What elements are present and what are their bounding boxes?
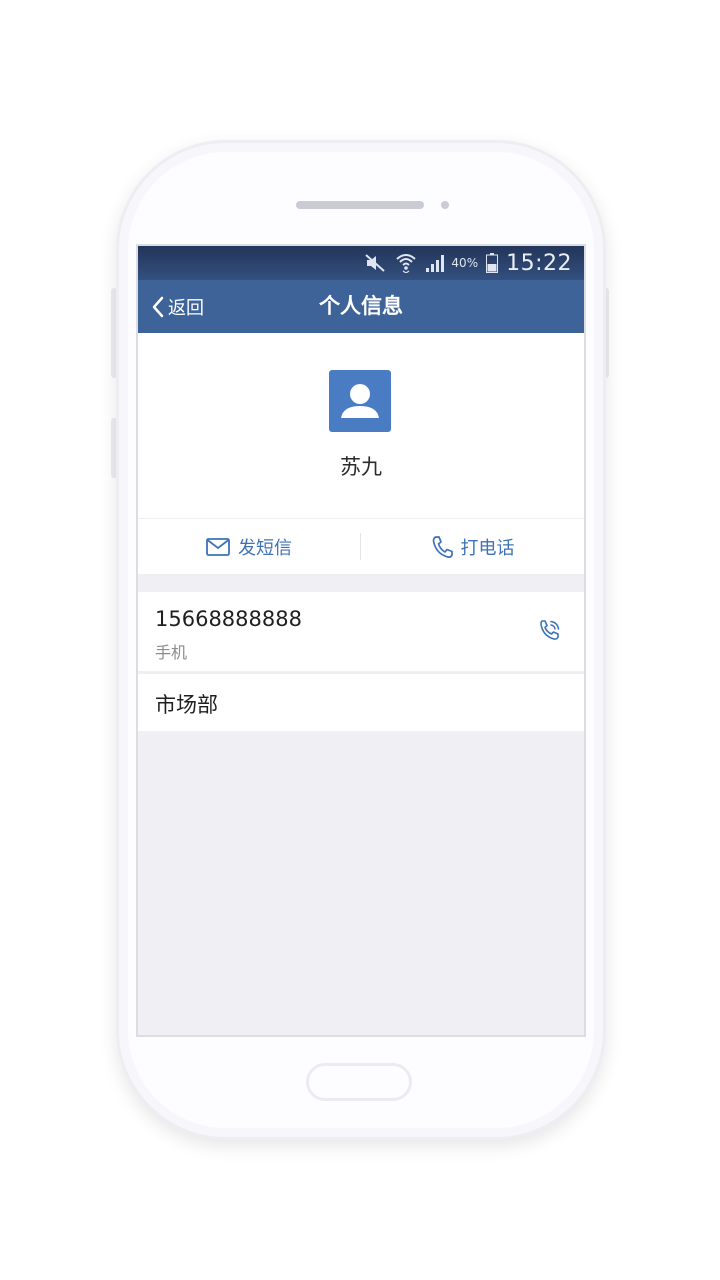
department-label: 市场部 xyxy=(155,693,218,717)
battery-percent: 40% xyxy=(451,256,479,270)
send-sms-button[interactable]: 发短信 xyxy=(138,519,360,574)
phone-type: 手机 xyxy=(155,643,188,662)
status-time: 15:22 xyxy=(506,250,572,276)
battery-icon xyxy=(486,253,499,273)
send-sms-label: 发短信 xyxy=(238,537,292,559)
status-bar: 40% 15:22 xyxy=(138,246,584,280)
page-title: 个人信息 xyxy=(319,294,403,318)
phone-icon xyxy=(431,535,453,559)
phone-speaker xyxy=(296,201,424,209)
mail-icon xyxy=(206,537,230,556)
nav-bar: 返回 个人信息 xyxy=(138,280,584,333)
department-row: 市场部 xyxy=(138,674,584,731)
phone-number: 15668888888 xyxy=(155,607,302,631)
user-avatar-icon xyxy=(329,370,391,432)
home-button[interactable] xyxy=(306,1063,412,1101)
profile-section: 苏九 xyxy=(138,333,584,518)
call-button[interactable]: 打电话 xyxy=(361,519,584,574)
contact-name: 苏九 xyxy=(340,455,382,479)
phone-row[interactable]: 15668888888 手机 xyxy=(138,592,584,671)
wifi-icon xyxy=(395,253,417,273)
call-phone-icon[interactable] xyxy=(538,618,562,646)
phone-camera xyxy=(441,201,449,209)
call-label: 打电话 xyxy=(460,537,515,559)
phone-screen: 40% 15:22 返回 个人信息 苏九 发短信 打电话 15668888888… xyxy=(136,244,586,1037)
mute-icon xyxy=(365,254,387,272)
action-bar: 发短信 打电话 xyxy=(138,519,584,574)
signal-icon xyxy=(425,254,447,272)
